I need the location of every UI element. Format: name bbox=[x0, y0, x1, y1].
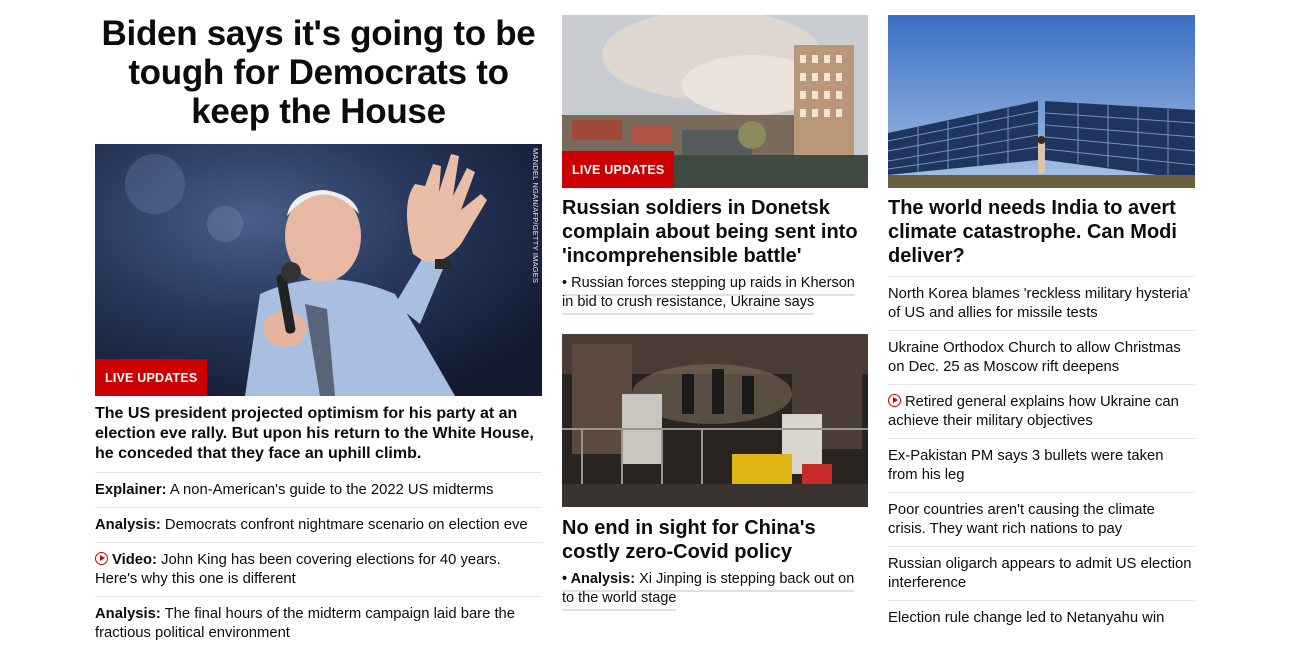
list-item[interactable]: Retired general explains how Ukraine can… bbox=[888, 385, 1195, 439]
related-link[interactable]: Analysis: Democrats confront nightmare s… bbox=[95, 508, 542, 543]
related-link[interactable]: Analysis: The final hours of the midterm… bbox=[95, 597, 542, 650]
list-item[interactable]: North Korea blames 'reckless military hy… bbox=[888, 277, 1195, 331]
related-link[interactable]: Explainer: A non-American's guide to the… bbox=[95, 473, 542, 508]
related-prefix: Explainer: bbox=[95, 482, 167, 498]
lead-image[interactable]: MANDEL NGAN/AFP/GETTY IMAGES LIVE UPDATE… bbox=[95, 144, 542, 396]
lead-column: Biden says it's going to be tough for De… bbox=[95, 0, 542, 650]
list-item-text: Russian oligarch appears to admit US ele… bbox=[888, 556, 1192, 591]
live-updates-badge[interactable]: LIVE UPDATES bbox=[95, 359, 208, 396]
list-item[interactable]: Poor countries aren't causing the climat… bbox=[888, 493, 1195, 547]
list-item-text: Poor countries aren't causing the climat… bbox=[888, 502, 1155, 537]
play-video-icon bbox=[95, 552, 108, 565]
related-text: A non-American's guide to the 2022 US mi… bbox=[166, 482, 494, 498]
india-climate-headline[interactable]: The world needs India to avert climate c… bbox=[888, 196, 1195, 268]
list-item[interactable]: Russian oligarch appears to admit US ele… bbox=[888, 547, 1195, 601]
lead-summary[interactable]: The US president projected optimism for … bbox=[95, 404, 542, 473]
sublink-prefix: • Analysis: bbox=[562, 571, 636, 587]
related-prefix: Analysis: bbox=[95, 517, 161, 533]
list-item-text: Retired general explains how Ukraine can… bbox=[888, 394, 1179, 429]
donetsk-image[interactable]: LIVE UPDATES bbox=[562, 15, 868, 188]
list-item-text: Election rule change led to Netanyahu wi… bbox=[888, 610, 1165, 626]
xi-jinping-sublink[interactable]: • Analysis: Xi Jinping is stepping back … bbox=[562, 571, 855, 611]
photo-credit: MANDEL NGAN/AFP/GETTY IMAGES bbox=[531, 148, 540, 284]
donetsk-headline[interactable]: Russian soldiers in Donetsk complain abo… bbox=[562, 196, 868, 268]
donetsk-sublink-wrap: • Russian forces stepping up raids in Kh… bbox=[562, 274, 868, 315]
list-item-text: North Korea blames 'reckless military hy… bbox=[888, 286, 1191, 321]
kherson-sublink[interactable]: • Russian forces stepping up raids in Kh… bbox=[562, 275, 855, 315]
lead-related-list: Explainer: A non-American's guide to the… bbox=[95, 473, 542, 650]
india-solar-image[interactable] bbox=[888, 15, 1195, 188]
list-item[interactable]: Election rule change led to Netanyahu wi… bbox=[888, 601, 1195, 635]
play-video-icon bbox=[888, 394, 901, 407]
related-prefix: Analysis: bbox=[95, 606, 161, 622]
middle-column: LIVE UPDATES Russian soldiers in Donetsk… bbox=[562, 0, 868, 611]
list-item[interactable]: Ukraine Orthodox Church to allow Christm… bbox=[888, 331, 1195, 385]
lead-headline[interactable]: Biden says it's going to be tough for De… bbox=[95, 14, 542, 131]
list-item[interactable]: Ex-Pakistan PM says 3 bullets were taken… bbox=[888, 439, 1195, 493]
covid-testing-photo bbox=[562, 334, 868, 507]
china-sublink-wrap: • Analysis: Xi Jinping is stepping back … bbox=[562, 570, 868, 611]
related-prefix: Video: bbox=[112, 552, 157, 568]
solar-panels-photo bbox=[888, 15, 1195, 188]
right-column: The world needs India to avert climate c… bbox=[888, 0, 1195, 635]
right-headline-list: North Korea blames 'reckless military hy… bbox=[888, 276, 1195, 635]
related-text: Democrats confront nightmare scenario on… bbox=[160, 517, 528, 533]
list-item-text: Ex-Pakistan PM says 3 bullets were taken… bbox=[888, 448, 1164, 483]
live-updates-badge[interactable]: LIVE UPDATES bbox=[562, 151, 675, 188]
china-covid-headline[interactable]: No end in sight for China's costly zero-… bbox=[562, 516, 868, 564]
china-image[interactable] bbox=[562, 334, 868, 507]
related-link[interactable]: Video: John King has been covering elect… bbox=[95, 543, 542, 597]
list-item-text: Ukraine Orthodox Church to allow Christm… bbox=[888, 340, 1181, 375]
